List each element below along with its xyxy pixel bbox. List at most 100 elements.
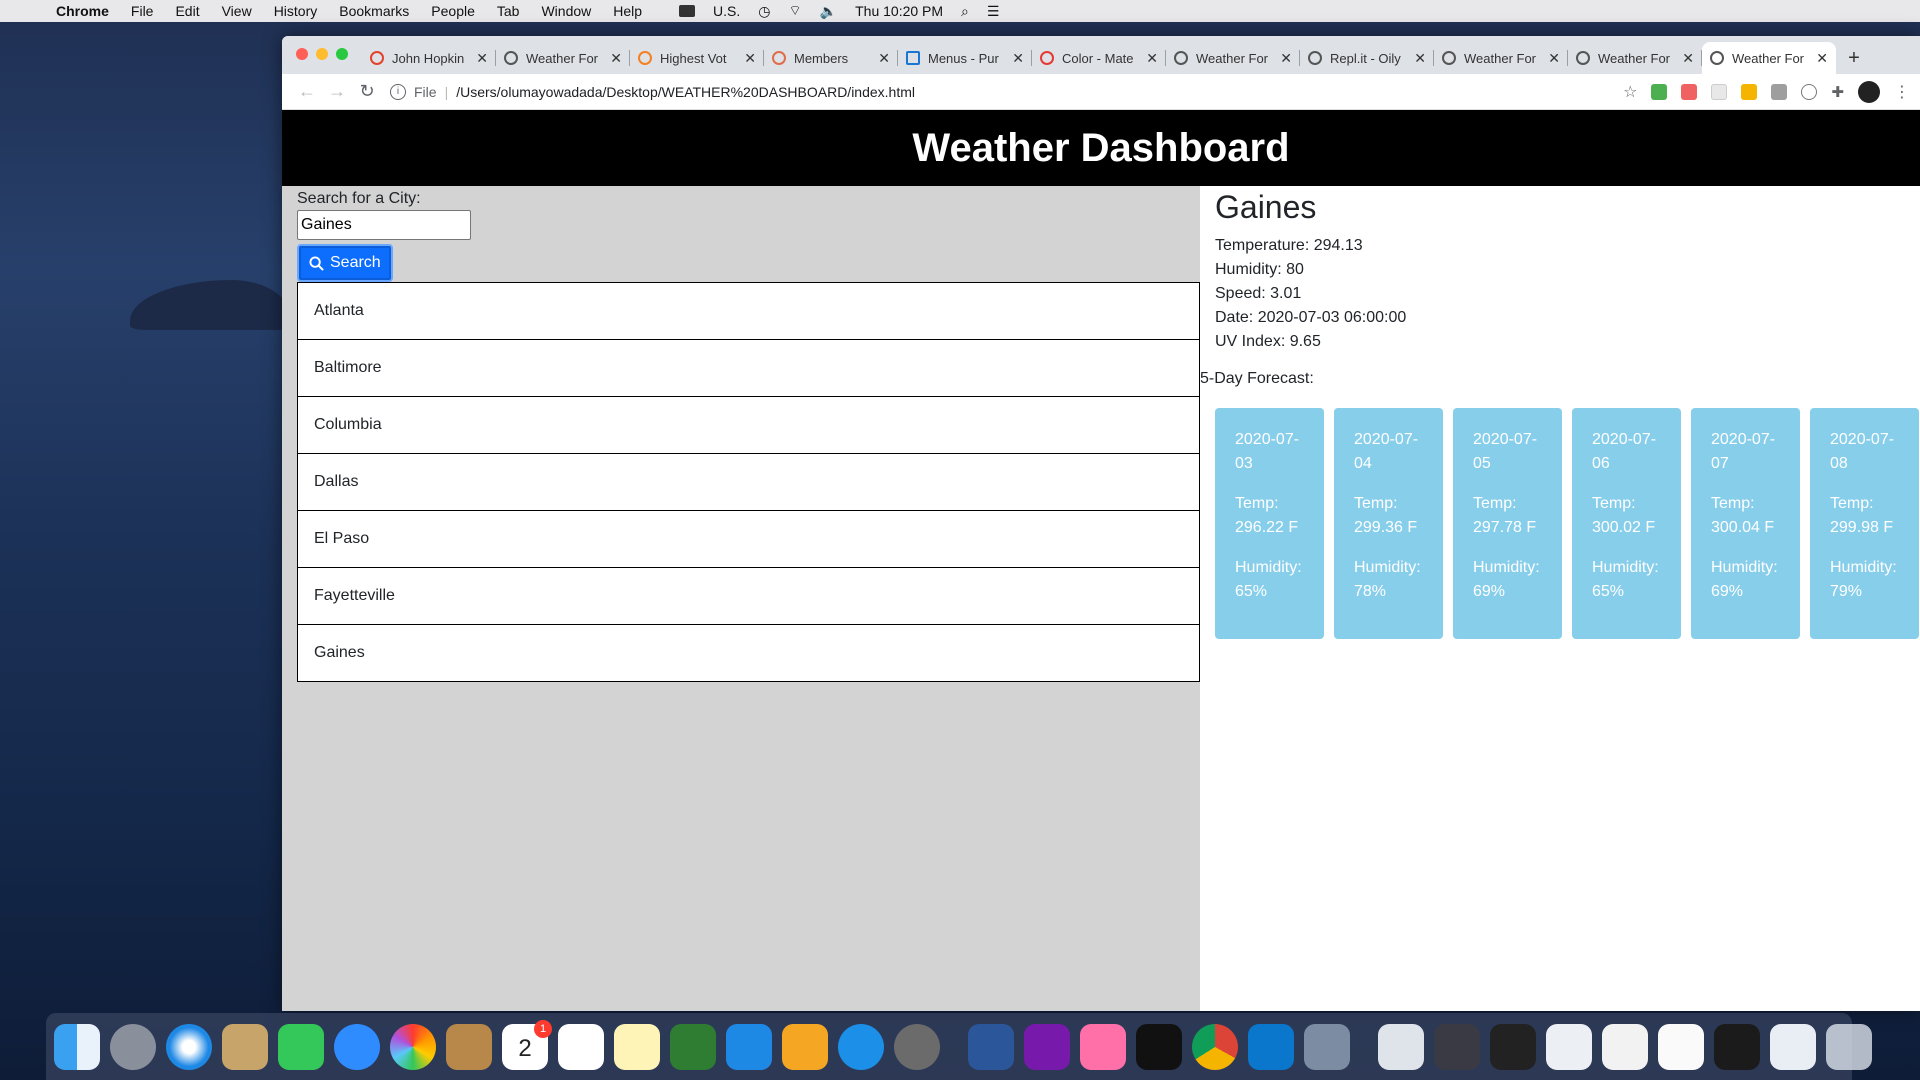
launchpad-icon[interactable]: [110, 1023, 156, 1070]
trash-icon[interactable]: [1826, 1023, 1872, 1070]
tab-8[interactable]: Weather For ✕: [1434, 42, 1568, 74]
facetime-icon[interactable]: [278, 1023, 324, 1070]
tab-1[interactable]: Weather For ✕: [496, 42, 630, 74]
extension-grey-icon[interactable]: [1771, 83, 1788, 100]
list-item[interactable]: Dallas: [297, 453, 1200, 511]
chrome-icon[interactable]: [1192, 1023, 1238, 1070]
chrome-menu-icon[interactable]: ⋮: [1894, 82, 1910, 102]
pages-icon[interactable]: [782, 1023, 828, 1070]
tab-6[interactable]: Weather For ✕: [1166, 42, 1300, 74]
terminal-icon[interactable]: [1136, 1023, 1182, 1070]
close-tab-icon[interactable]: ✕: [1012, 50, 1024, 67]
numbers-icon[interactable]: [670, 1023, 716, 1070]
close-tab-icon[interactable]: ✕: [1816, 50, 1828, 67]
minimized-window-icon[interactable]: [1490, 1023, 1536, 1070]
tab-4[interactable]: Menus - Pur ✕: [898, 42, 1032, 74]
extension-blank-icon[interactable]: [1711, 83, 1728, 100]
close-tab-icon[interactable]: ✕: [1414, 50, 1426, 67]
menu-history[interactable]: History: [274, 3, 318, 19]
notes-icon[interactable]: [614, 1023, 660, 1070]
word-icon[interactable]: [968, 1023, 1014, 1070]
tab-9[interactable]: Weather For ✕: [1568, 42, 1702, 74]
mail-stamp-icon[interactable]: [222, 1023, 268, 1070]
zoom-window-button[interactable]: [336, 48, 348, 60]
extension-red-icon[interactable]: [1681, 83, 1698, 100]
minimized-window-icon[interactable]: [1434, 1023, 1480, 1070]
tab-10-active[interactable]: Weather For ✕: [1702, 42, 1836, 74]
tab-2[interactable]: Highest Vot ✕: [630, 42, 764, 74]
list-item[interactable]: Gaines: [297, 624, 1200, 682]
address-bar[interactable]: i File | /Users/olumayowadada/Desktop/WE…: [390, 78, 1613, 106]
wifi-icon[interactable]: ⌔: [789, 2, 802, 20]
list-item[interactable]: Columbia: [297, 396, 1200, 454]
close-tab-icon[interactable]: ✕: [744, 50, 756, 67]
city-search-input[interactable]: [297, 210, 471, 240]
menubar-clock[interactable]: Thu 10:20 PM: [855, 3, 943, 19]
photos-icon[interactable]: [390, 1023, 436, 1070]
profile-avatar[interactable]: [1858, 80, 1880, 103]
close-tab-icon[interactable]: ✕: [1548, 50, 1560, 67]
app-store-icon[interactable]: [838, 1023, 884, 1070]
volume-icon[interactable]: 🔈: [820, 3, 837, 20]
onenote-icon[interactable]: [1024, 1023, 1070, 1070]
minimized-window-icon[interactable]: [1378, 1023, 1424, 1070]
menu-window[interactable]: Window: [541, 3, 591, 19]
calendar-icon[interactable]: 21: [502, 1019, 552, 1070]
vscode-icon[interactable]: [1248, 1023, 1294, 1070]
folder-pink-icon[interactable]: [1080, 1023, 1126, 1070]
menu-people[interactable]: People: [431, 3, 475, 19]
menu-file[interactable]: File: [131, 3, 154, 19]
input-source[interactable]: U.S.: [713, 3, 740, 19]
menu-edit[interactable]: Edit: [175, 3, 199, 19]
minimize-window-button[interactable]: [316, 48, 328, 60]
reload-icon[interactable]: ↻: [352, 81, 382, 102]
display-icon[interactable]: [679, 5, 696, 17]
close-tab-icon[interactable]: ✕: [476, 50, 488, 67]
preview-icon[interactable]: [1304, 1023, 1350, 1070]
safari-icon[interactable]: [166, 1023, 212, 1070]
list-item[interactable]: Fayetteville: [297, 567, 1200, 625]
list-item[interactable]: Baltimore: [297, 339, 1200, 397]
site-info-icon[interactable]: i: [390, 83, 406, 100]
url-text[interactable]: /Users/olumayowadada/Desktop/WEATHER%20D…: [456, 84, 915, 100]
close-tab-icon[interactable]: ✕: [878, 50, 890, 67]
search-button[interactable]: Search: [297, 244, 393, 282]
reminders-icon[interactable]: [558, 1023, 604, 1070]
extension-circle-icon[interactable]: [1801, 83, 1818, 100]
minimized-window-icon[interactable]: [1602, 1023, 1648, 1070]
extensions-puzzle-icon[interactable]: ✚: [1831, 83, 1844, 101]
menu-help[interactable]: Help: [613, 3, 642, 19]
notification-center-icon[interactable]: ☰: [987, 3, 1000, 20]
list-item[interactable]: El Paso: [297, 510, 1200, 568]
minimized-window-icon[interactable]: [1546, 1023, 1592, 1070]
tab-0[interactable]: John Hopkin ✕: [362, 42, 496, 74]
close-tab-icon[interactable]: ✕: [1146, 50, 1158, 67]
menu-bookmarks[interactable]: Bookmarks: [339, 3, 409, 19]
keynote-icon[interactable]: [726, 1023, 772, 1070]
close-tab-icon[interactable]: ✕: [610, 50, 622, 67]
list-item[interactable]: Atlanta: [297, 282, 1200, 340]
contacts-icon[interactable]: [446, 1023, 492, 1070]
messages-icon[interactable]: [334, 1023, 380, 1070]
minimized-window-icon[interactable]: [1714, 1023, 1760, 1070]
spotlight-icon[interactable]: ⌕: [961, 3, 969, 20]
extension-green-icon[interactable]: [1651, 83, 1668, 100]
system-preferences-icon[interactable]: [894, 1023, 940, 1070]
menu-app-name[interactable]: Chrome: [56, 3, 109, 19]
close-tab-icon[interactable]: ✕: [1280, 50, 1292, 67]
menu-tab[interactable]: Tab: [497, 3, 520, 19]
minimized-window-icon[interactable]: [1770, 1023, 1816, 1070]
tab-3[interactable]: Members ✕: [764, 42, 898, 74]
menu-view[interactable]: View: [222, 3, 252, 19]
forward-icon[interactable]: →: [322, 81, 352, 102]
minimized-window-icon[interactable]: [1658, 1023, 1704, 1070]
tab-5[interactable]: Color - Mate ✕: [1032, 42, 1166, 74]
close-window-button[interactable]: [296, 48, 308, 60]
time-machine-icon[interactable]: ◷: [758, 3, 770, 20]
new-tab-button[interactable]: +: [1836, 42, 1872, 74]
back-icon[interactable]: ←: [292, 81, 322, 102]
close-tab-icon[interactable]: ✕: [1682, 50, 1694, 67]
finder-icon[interactable]: [54, 1023, 100, 1070]
bookmark-star-icon[interactable]: ☆: [1623, 82, 1637, 102]
tab-7[interactable]: Repl.it - Oily ✕: [1300, 42, 1434, 74]
